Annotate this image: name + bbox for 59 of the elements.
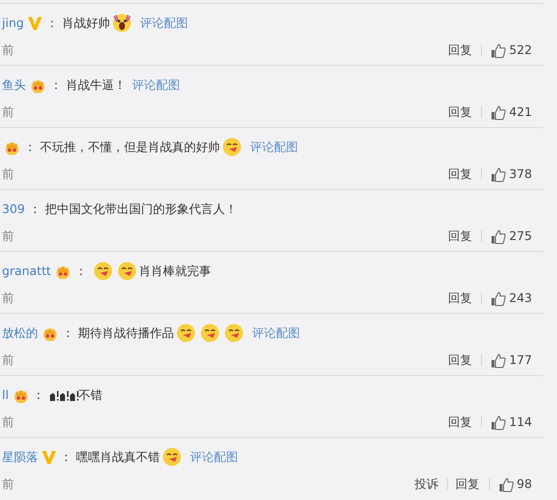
colon: ：: [32, 387, 45, 404]
reply-link[interactable]: 回复: [456, 475, 480, 493]
like-count[interactable]: 177: [509, 351, 532, 369]
report-link[interactable]: 投诉: [414, 475, 439, 493]
like-count[interactable]: 275: [509, 227, 532, 245]
username[interactable]: 星陨落: [2, 448, 38, 466]
reply-link[interactable]: 回复: [448, 103, 472, 121]
thumbs-up-icon: [491, 42, 506, 58]
small-image-icon: [58, 390, 69, 400]
username[interactable]: granattt: [2, 262, 51, 280]
thumbs-up-icon: [491, 414, 506, 430]
like-count[interactable]: 114: [509, 413, 532, 431]
comment-text: 期待肖战待播作品: [78, 325, 174, 342]
colon: ：: [46, 15, 58, 32]
thumbs-up-icon: [491, 290, 506, 306]
colon: ：: [50, 77, 62, 94]
comment-text: 嘿嘿肖战真不错: [76, 449, 160, 466]
like-count[interactable]: 522: [509, 41, 532, 59]
like-count[interactable]: 243: [509, 289, 532, 307]
comment-text: 把中国文化带出国门的形象代言人！: [44, 201, 237, 218]
thumbs-up-icon: [491, 104, 506, 120]
timestamp: 前: [2, 104, 14, 121]
thumbs-up-icon: [498, 476, 514, 492]
username[interactable]: 鱼头: [2, 76, 26, 94]
username[interactable]: 放松的: [2, 324, 38, 342]
timestamp: 前: [2, 414, 14, 431]
like-count[interactable]: 378: [509, 165, 532, 183]
username[interactable]: jing: [2, 14, 24, 32]
comment-text: 不玩推，不懂，但是肖战真的好帅: [40, 139, 220, 156]
comment-text: 肖战牛逼！: [66, 77, 126, 94]
colon: ：: [74, 263, 87, 280]
timestamp: 前: [2, 290, 14, 307]
timestamp: 前: [2, 352, 14, 369]
colon: ：: [28, 201, 41, 218]
thumbs-up-icon: [491, 352, 506, 368]
reply-link[interactable]: 回复: [448, 165, 472, 183]
colon: ：: [62, 325, 74, 342]
timestamp: 前: [2, 42, 14, 59]
colon: ：: [60, 449, 72, 466]
username[interactable]: 309: [2, 200, 25, 218]
reply-link[interactable]: 回复: [448, 289, 472, 307]
colon: ：: [24, 139, 36, 156]
like-count[interactable]: 421: [509, 103, 532, 121]
comment-text: 不错: [78, 387, 103, 404]
comment-text: 肖战好帅: [62, 15, 110, 32]
reply-link[interactable]: 回复: [448, 41, 472, 59]
reply-link[interactable]: 回复: [448, 351, 472, 369]
thumbs-up-icon: [491, 166, 506, 182]
small-image-icon: [48, 390, 59, 400]
like-count[interactable]: 98: [516, 475, 532, 493]
thumbs-up-icon: [491, 228, 506, 244]
comment-text: 肖肖棒就完事: [138, 263, 211, 280]
timestamp: 前: [2, 476, 14, 493]
timestamp: 前: [2, 228, 14, 245]
timestamp: 前: [2, 166, 14, 183]
reply-link[interactable]: 回复: [448, 227, 472, 245]
reply-link[interactable]: 回复: [448, 413, 472, 431]
username[interactable]: ll: [2, 386, 9, 404]
small-image-icon: [68, 390, 79, 400]
